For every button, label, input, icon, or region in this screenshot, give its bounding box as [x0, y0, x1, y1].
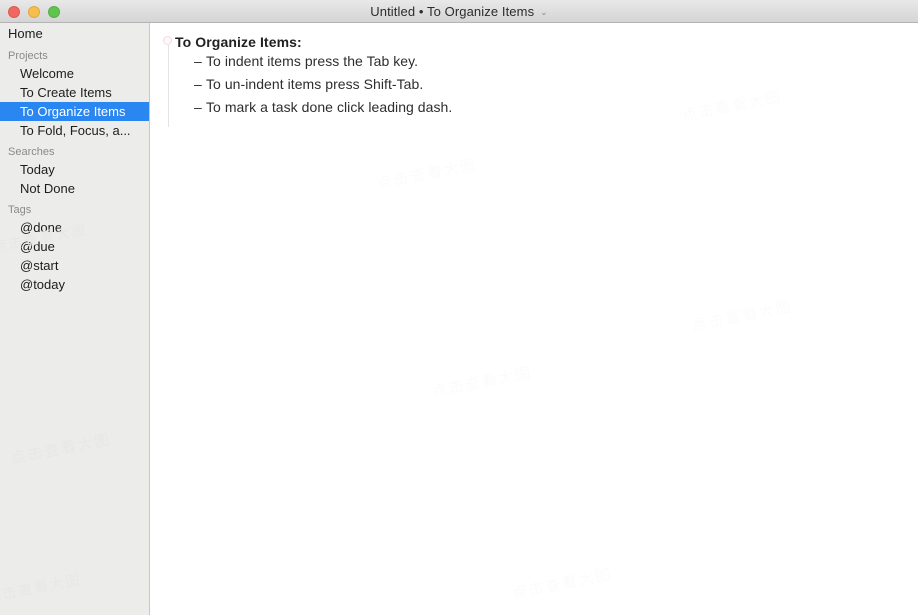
sidebar-item-label: Home — [8, 26, 43, 41]
sidebar-section-label: Tags — [8, 203, 32, 216]
watermark: 点击查看大图 — [375, 155, 479, 193]
bullet-handle-icon[interactable] — [163, 36, 172, 45]
sidebar-section-label: Searches — [8, 145, 55, 158]
list-item[interactable]: – To un-indent items press Shift-Tab. — [151, 76, 918, 99]
sidebar-item-tag-start[interactable]: @start — [0, 256, 149, 275]
watermark: 点击查看大图 — [690, 297, 794, 335]
sidebar-item-today[interactable]: Today — [0, 160, 149, 179]
task-text: To mark a task done click leading dash. — [206, 99, 453, 115]
outline-editor[interactable]: 点击查看大图 点击查看大图 点击查看大图 点击查看大图 点击查看大图 To Or… — [151, 23, 918, 615]
sidebar-item-welcome[interactable]: Welcome — [0, 64, 149, 83]
watermark: 点击查看大图 — [430, 363, 534, 401]
sidebar-item-to-create-items[interactable]: To Create Items — [0, 83, 149, 102]
list-item[interactable]: – To mark a task done click leading dash… — [151, 99, 918, 122]
outline-heading-text: To Organize Items: — [175, 34, 302, 50]
sidebar-section-label: Projects — [8, 49, 48, 62]
sidebar-item-tag-due[interactable]: @due — [0, 237, 149, 256]
window-controls — [8, 6, 60, 18]
watermark: 点击查看大图 — [0, 571, 83, 606]
outline-guide-line — [168, 45, 169, 127]
close-window-button[interactable] — [8, 6, 20, 18]
sidebar-item-to-organize-items[interactable]: To Organize Items — [0, 102, 149, 121]
sidebar-section-header-searches: Searches — [0, 143, 149, 160]
list-item[interactable]: – To indent items press the Tab key. — [151, 53, 918, 76]
watermark: 点击查看大图 — [510, 565, 614, 603]
sidebar-item-tag-done[interactable]: @done — [0, 218, 149, 237]
maximize-window-button[interactable] — [48, 6, 60, 18]
sidebar-item-tag-today[interactable]: @today — [0, 275, 149, 294]
task-text: To un-indent items press Shift-Tab. — [206, 76, 424, 92]
sidebar-section-header-projects: Projects — [0, 47, 149, 64]
task-text: To indent items press the Tab key. — [206, 53, 419, 69]
outline-heading-row[interactable]: To Organize Items: — [151, 31, 918, 53]
sidebar-item-to-fold-focus[interactable]: To Fold, Focus, a... — [0, 121, 149, 140]
sidebar-item-not-done[interactable]: Not Done — [0, 179, 149, 198]
watermark: 点击查看大图 — [9, 430, 113, 468]
task-dash-icon[interactable]: – — [194, 53, 206, 69]
minimize-window-button[interactable] — [28, 6, 40, 18]
window-title-area: Untitled • To Organize Items ⌄ — [0, 0, 918, 22]
chevron-down-icon[interactable]: ⌄ — [540, 7, 548, 17]
page-title: Untitled • To Organize Items — [370, 3, 535, 19]
sidebar-section-header-tags: Tags — [0, 201, 149, 218]
title-bar: Untitled • To Organize Items ⌄ — [0, 0, 918, 23]
sidebar: 点击查看大图 点击查看大图 点击查看大图 Home Projects Welco… — [0, 23, 150, 615]
task-dash-icon[interactable]: – — [194, 76, 206, 92]
task-dash-icon[interactable]: – — [194, 99, 206, 115]
outline-root: To Organize Items: – To indent items pre… — [151, 23, 918, 127]
app-window: Untitled • To Organize Items ⌄ 点击查看大图 点击… — [0, 0, 918, 615]
sidebar-item-home[interactable]: Home — [0, 24, 149, 43]
